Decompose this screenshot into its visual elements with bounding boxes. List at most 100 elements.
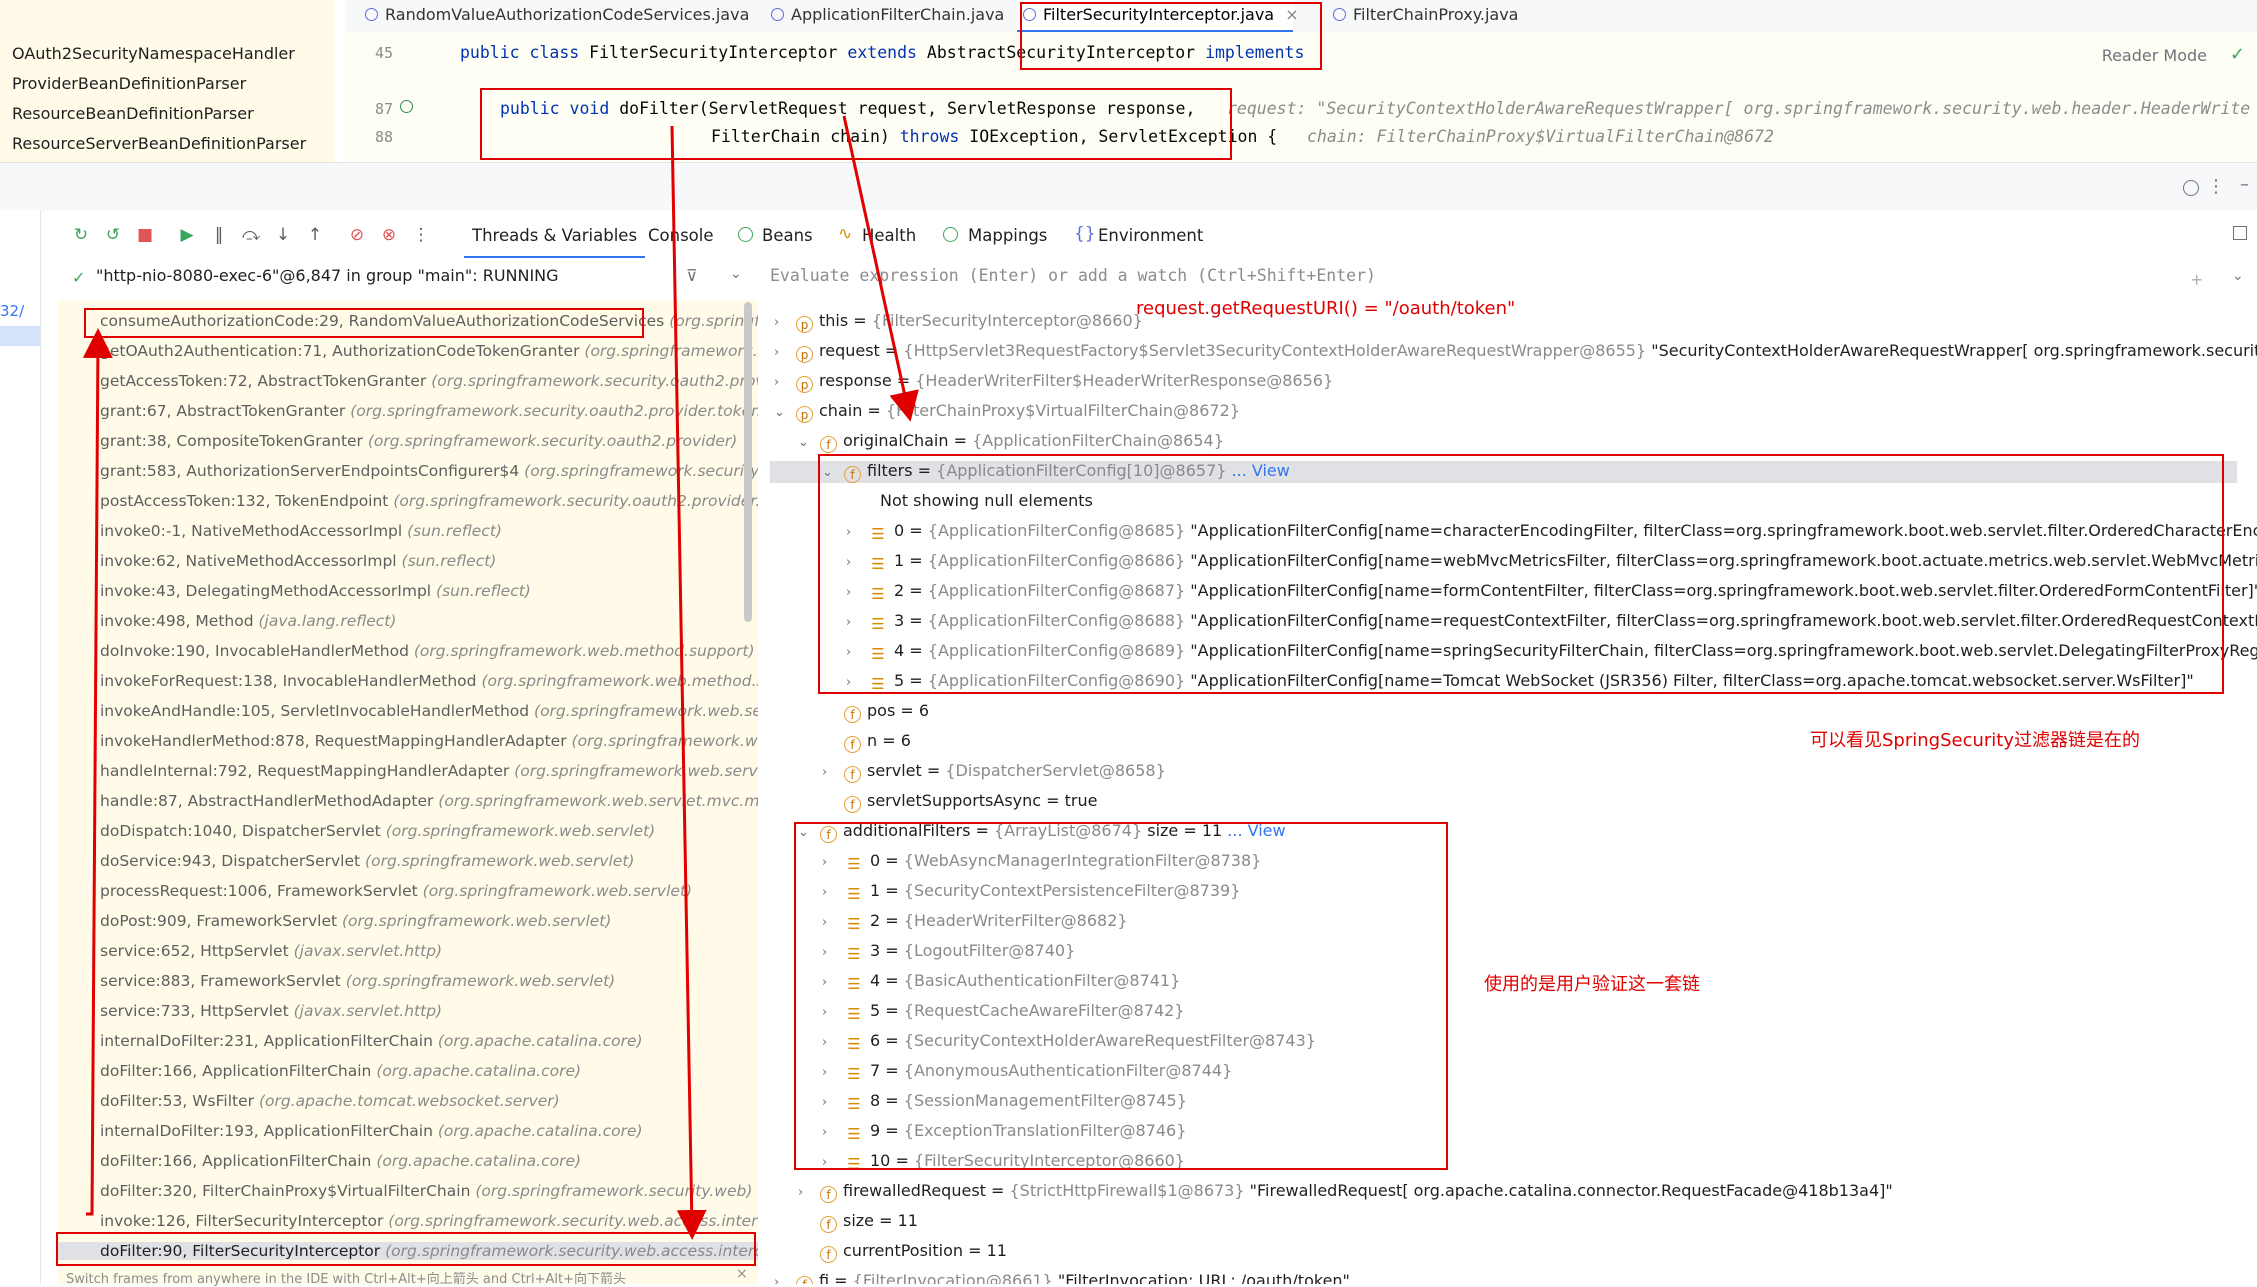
reader-mode-toggle[interactable]: Reader Mode [2102,46,2207,65]
stack-frame[interactable]: doFilter:53, WsFilter (org.apache.tomcat… [100,1092,560,1110]
var-firewalled-request[interactable]: › f firewalledRequest = {StrictHttpFirewal… [798,1181,1893,1203]
stack-frame[interactable]: postAccessToken:132, TokenEndpoint (org.… [100,492,758,510]
tab-application-filter-chain[interactable]: ApplicationFilterChain.java [765,0,1004,30]
thread-selector[interactable]: "http-nio-8080-exec-6"@6,847 in group "m… [96,266,559,285]
chevron-right-icon[interactable]: › [774,1275,796,1284]
var-original-chain[interactable]: ⌄ f originalChain = {ApplicationFilterChai… [798,431,1224,453]
stack-frame[interactable]: grant:583, AuthorizationServerEndpointsC… [100,462,758,480]
tab-mappings[interactable]: Mappings [968,226,1047,245]
tab-health[interactable]: Health [862,226,916,245]
tab-random-value-services[interactable]: RandomValueAuthorizationCodeServices.jav… [359,0,749,30]
structure-item[interactable]: OAuth2SecurityNamespaceHandler [12,44,295,63]
chevron-right-icon[interactable]: › [774,315,796,330]
step-out-icon[interactable]: ↑ [306,226,324,244]
step-into-icon[interactable]: ↓ [274,226,292,244]
tab-console[interactable]: Console [648,226,714,245]
stack-frame[interactable]: handle:87, AbstractHandlerMethodAdapter … [100,792,758,810]
stack-frame[interactable]: processRequest:1006, FrameworkServlet (o… [100,882,692,900]
tab-beans[interactable]: Beans [762,226,813,245]
var-chain[interactable]: ⌄ p chain = {FilterChainProxy$VirtualFilte… [774,401,1240,423]
chevron-down-icon[interactable]: ⌄ [774,405,796,420]
left-strip-selected[interactable] [0,326,40,346]
frame-method: invokeForRequest:138, InvocableHandlerMe… [100,672,477,690]
chevron-down-icon[interactable]: ⌄ [798,435,820,450]
var-request[interactable]: › p request = {HttpServlet3RequestFactory$… [774,341,2257,363]
minimize-icon[interactable]: – [2240,174,2249,195]
stack-frame[interactable]: service:733, HttpServlet (javax.servlet.… [100,1002,442,1020]
chevron-down-icon[interactable]: ⌄ [730,266,742,282]
structure-item[interactable]: ResourceServerBeanDefinitionParser [12,134,306,153]
frames-scrollbar[interactable] [744,302,752,622]
layout-icon[interactable] [2233,226,2247,240]
stack-frame[interactable]: doDispatch:1040, DispatcherServlet (org.… [100,822,655,840]
add-watch-icon[interactable]: + [2190,270,2203,289]
resume-icon[interactable]: ▶ [178,226,196,244]
rerun-failed-icon[interactable]: ↺ [104,226,122,244]
stack-frame[interactable]: handleInternal:792, RequestMappingHandle… [100,762,758,780]
stack-frame[interactable]: grant:67, AbstractTokenGranter (org.spri… [100,402,758,420]
var-text: request [819,341,880,360]
more-actions-icon[interactable]: ⋮ [412,226,430,244]
stack-frame[interactable]: doFilter:320, FilterChainProxy$VirtualFi… [100,1182,752,1200]
stack-frame[interactable]: getOAuth2Authentication:71, Authorizatio… [100,342,758,360]
var-text: {ApplicationFilterChain@8654} [972,431,1224,450]
stack-frame[interactable]: invoke:62, NativeMethodAccessorImpl (sun… [100,552,496,570]
var-servlet-supports-async[interactable]: f servletSupportsAsync = true [822,791,1097,813]
var-text: size = 11 [843,1211,918,1230]
chevron-down-icon[interactable]: ⌄ [2232,268,2244,284]
filter-icon[interactable]: ⊽ [686,266,698,285]
structure-item[interactable]: ResourceBeanDefinitionParser [12,104,254,123]
var-text: this [819,311,849,330]
stack-frame[interactable]: invoke0:-1, NativeMethodAccessorImpl (su… [100,522,502,540]
stack-frame[interactable]: doService:943, DispatcherServlet (org.sp… [100,852,634,870]
frame-method: invoke:62, NativeMethodAccessorImpl [100,552,397,570]
stack-frame[interactable]: internalDoFilter:193, ApplicationFilterC… [100,1122,643,1140]
stack-frame[interactable]: invokeAndHandle:105, ServletInvocableHan… [100,702,758,720]
stack-frame[interactable]: service:652, HttpServlet (javax.servlet.… [100,942,442,960]
var-fi[interactable]: ›ffi = {FilterInvocation@8661} "FilterIn… [774,1271,1350,1284]
view-breakpoints-icon[interactable]: ⊘ [348,226,366,244]
more-options-icon[interactable]: ⋮ [2207,176,2225,197]
inline-debug-hint-request: request: "SecurityContextHolderAwareRequ… [1227,99,2251,118]
var-response[interactable]: › p response = {HeaderWriterFilter$HeaderW… [774,371,1333,393]
chevron-right-icon[interactable]: › [798,1185,820,1200]
stack-frame[interactable]: service:883, FrameworkServlet (org.sprin… [100,972,615,990]
stack-frame[interactable]: doFilter:166, ApplicationFilterChain (or… [100,1062,581,1080]
settings-target-icon[interactable] [2183,180,2199,196]
step-over-icon[interactable]: ⤼ [242,226,260,244]
stack-frame[interactable]: invoke:43, DelegatingMethodAccessorImpl … [100,582,531,600]
var-this[interactable]: › p this = {FilterSecurityInterceptor@8660… [774,311,1143,333]
tab-environment[interactable]: Environment [1098,226,1203,245]
var-current-position[interactable]: f currentPosition = 11 [798,1241,1007,1263]
stack-frame[interactable]: doFilter:166, ApplicationFilterChain (or… [100,1152,581,1170]
environment-icon: {} [1074,224,1096,244]
pause-icon[interactable]: ‖ [210,226,228,244]
structure-item[interactable]: ProviderBeanDefinitionParser [12,74,246,93]
tab-threads-variables[interactable]: Threads & Variables [463,226,646,258]
stack-frame[interactable]: doPost:909, FrameworkServlet (org.spring… [100,912,611,930]
var-pos[interactable]: f pos = 6 [822,701,929,723]
stack-frame[interactable]: invokeForRequest:138, InvocableHandlerMe… [100,672,758,690]
stack-frame[interactable]: invoke:498, Method (java.lang.reflect) [100,612,396,630]
evaluate-expression-input[interactable]: Evaluate expression (Enter) or add a wat… [770,266,1376,285]
var-servlet[interactable]: › f servlet = {DispatcherServlet@8658} [822,761,1166,783]
mute-breakpoints-icon[interactable]: ⊗ [380,226,398,244]
stack-frame[interactable]: doInvoke:190, InvocableHandlerMethod (or… [100,642,755,660]
chevron-right-icon[interactable]: › [822,765,844,780]
stack-frame[interactable]: invoke:126, FilterSecurityInterceptor (o… [100,1212,758,1230]
tab-filter-chain-proxy[interactable]: FilterChainProxy.java [1327,0,1518,30]
var-n[interactable]: f n = 6 [822,731,911,753]
chevron-right-icon[interactable]: › [774,375,796,390]
override-gutter-icon[interactable] [400,100,413,113]
close-hint-icon[interactable]: × [736,1266,748,1282]
stack-frame[interactable]: getAccessToken:72, AbstractTokenGranter … [100,372,758,390]
parameter-icon: p [796,376,813,393]
frame-method: grant:38, CompositeTokenGranter [100,432,363,450]
stack-frame[interactable]: grant:38, CompositeTokenGranter (org.spr… [100,432,737,450]
stop-icon[interactable]: ■ [136,226,154,244]
stack-frame[interactable]: internalDoFilter:231, ApplicationFilterC… [100,1032,643,1050]
chevron-right-icon[interactable]: › [774,345,796,360]
var-size[interactable]: f size = 11 [798,1211,918,1233]
rerun-icon[interactable]: ↻ [72,226,90,244]
stack-frame[interactable]: invokeHandlerMethod:878, RequestMappingH… [100,732,758,750]
